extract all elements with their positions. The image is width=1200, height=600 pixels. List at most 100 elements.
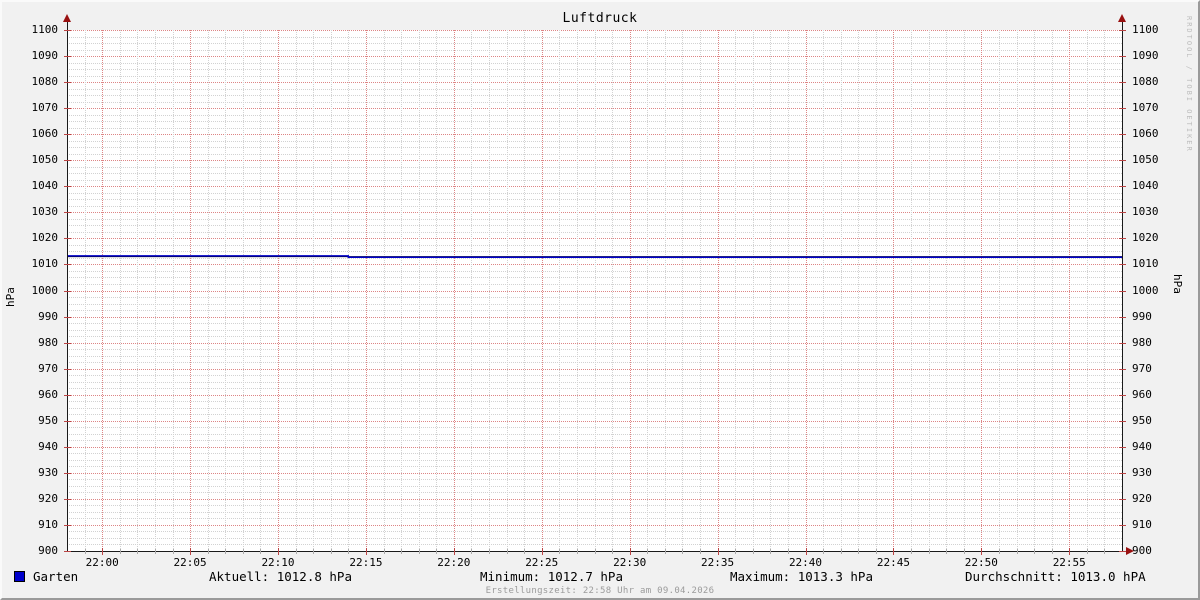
y-tick-label-left: 1020 [31, 231, 59, 245]
x-axis-major-tick [629, 548, 631, 555]
y-axis-right-tick [1119, 316, 1126, 318]
x-axis-minor-tick [401, 549, 403, 554]
stat-maximum: Maximum: 1013.3 hPa [730, 569, 873, 584]
x-axis-minor-tick [1016, 549, 1018, 554]
y-tick-label-right: 1080 [1132, 75, 1159, 89]
x-axis-minor-tick [506, 549, 508, 554]
y-tick-label-left: 920 [38, 491, 58, 505]
x-axis-minor-tick [137, 549, 139, 554]
x-tick-label: 22:25 [525, 556, 559, 569]
y-tick-label-left: 1050 [31, 153, 59, 167]
x-tick-label: 22:15 [349, 556, 383, 569]
y-axis-right-tick [1119, 186, 1126, 188]
x-axis-major-tick [541, 548, 543, 555]
y-tick-label-left: 970 [38, 361, 58, 375]
rrdtool-graph: Luftdruck hPa hPa RRDTOOL / TOBI OETIKER… [0, 0, 1200, 600]
x-axis-minor-tick [242, 549, 244, 554]
y-tick-label-right: 1020 [1132, 231, 1159, 245]
y-tick-label-right: 1010 [1132, 257, 1159, 271]
y-tick-label-right: 930 [1132, 465, 1152, 479]
x-axis-minor-tick [471, 549, 473, 554]
y-tick-label-right: 950 [1132, 413, 1152, 427]
x-axis-major-tick [453, 548, 455, 555]
y-axis-left-tick [64, 316, 71, 318]
y-axis-left-tick [64, 108, 71, 110]
x-axis-minor-tick [436, 549, 438, 554]
x-axis-minor-tick [295, 549, 297, 554]
y-axis-right-tick [1119, 420, 1126, 422]
x-axis-line [64, 551, 1128, 552]
x-axis-minor-tick [911, 549, 912, 554]
y-axis-left-tick [64, 446, 71, 448]
y-tick-label-left: 990 [38, 309, 58, 323]
x-tick-label: 22:10 [261, 556, 295, 569]
stat-aktuell: Aktuell: 1012.8 hPa [209, 569, 352, 584]
x-tick-label: 22:45 [876, 556, 910, 569]
y-axis-left-tick [64, 134, 71, 136]
x-axis-minor-tick [154, 549, 156, 554]
x-axis-minor-tick [612, 549, 614, 554]
y-tick-label-left: 930 [38, 465, 58, 479]
x-axis-major-tick [365, 548, 367, 555]
x-axis-minor-tick [313, 549, 315, 554]
x-axis-minor-tick [787, 549, 789, 554]
y-axis-right-tick [1119, 108, 1126, 110]
legend-row: Garten Aktuell: 1012.8 hPa Minimum: 1012… [2, 569, 1198, 585]
x-axis-minor-tick [664, 549, 666, 554]
x-axis-minor-tick [682, 549, 684, 554]
y-axis-left-tick [64, 290, 71, 292]
y-tick-label-right: 1040 [1132, 179, 1159, 193]
y-tick-label-right: 1100 [1132, 23, 1159, 36]
x-axis-minor-tick [84, 549, 86, 554]
y-axis-right-tick [1119, 30, 1126, 31]
y-axis-right-arrow-icon [1118, 14, 1126, 22]
y-axis-left-tick [64, 212, 71, 214]
y-tick-label-right: 1060 [1132, 127, 1159, 141]
y-axis-right-unit-label: hPa [1171, 274, 1184, 294]
y-axis-left-tick [64, 160, 71, 162]
x-axis-major-tick [1069, 548, 1071, 555]
y-tick-label-right: 920 [1132, 491, 1152, 505]
x-axis-minor-tick [1086, 549, 1088, 554]
y-tick-label-right: 1000 [1132, 283, 1159, 297]
y-axis-right-tick [1119, 160, 1126, 162]
y-tick-label-left: 950 [38, 413, 58, 427]
x-tick-label: 22:05 [173, 556, 207, 569]
y-tick-label-right: 960 [1132, 387, 1152, 401]
y-tick-label-left: 940 [38, 439, 58, 453]
x-tick-label: 22:30 [613, 556, 647, 569]
x-axis-minor-tick [1034, 549, 1036, 554]
y-axis-right-tick [1119, 56, 1126, 58]
y-axis-left-tick [64, 342, 71, 344]
x-axis-minor-tick [1104, 549, 1106, 554]
x-axis-minor-tick [260, 549, 262, 554]
y-axis-right-tick [1119, 368, 1126, 370]
data-line-layer [67, 255, 1122, 258]
y-tick-label-left: 1060 [31, 127, 59, 141]
stat-minimum: Minimum: 1012.7 hPa [480, 569, 623, 584]
x-axis-minor-tick [946, 549, 948, 554]
x-axis-minor-tick [225, 549, 227, 554]
y-tick-label-left: 900 [38, 544, 58, 557]
y-tick-label-left: 1080 [31, 75, 59, 89]
x-axis-minor-tick [418, 549, 420, 554]
y-axis-left-tick [64, 394, 71, 396]
x-tick-label: 22:20 [437, 556, 471, 569]
plot-area [67, 30, 1122, 551]
y-axis-left-tick [64, 420, 71, 422]
x-tick-label: 22:00 [85, 556, 119, 569]
x-axis-minor-tick [928, 549, 930, 554]
y-tick-label-right: 1070 [1132, 101, 1159, 115]
rrdtool-watermark: RRDTOOL / TOBI OETIKER [1185, 16, 1193, 153]
y-axis-right-tick [1119, 524, 1126, 526]
x-axis-minor-tick [823, 549, 825, 554]
y-tick-label-left: 980 [38, 335, 58, 349]
y-tick-label-right: 900 [1132, 544, 1152, 557]
x-axis-minor-tick [998, 549, 1000, 554]
y-axis-left-arrow-icon [63, 14, 71, 22]
y-axis-right-tick [1119, 342, 1126, 344]
x-tick-label: 22:55 [1052, 556, 1086, 569]
x-axis-minor-tick [752, 549, 754, 554]
x-axis-major-tick [893, 548, 895, 555]
y-axis-left-tick [64, 56, 71, 58]
